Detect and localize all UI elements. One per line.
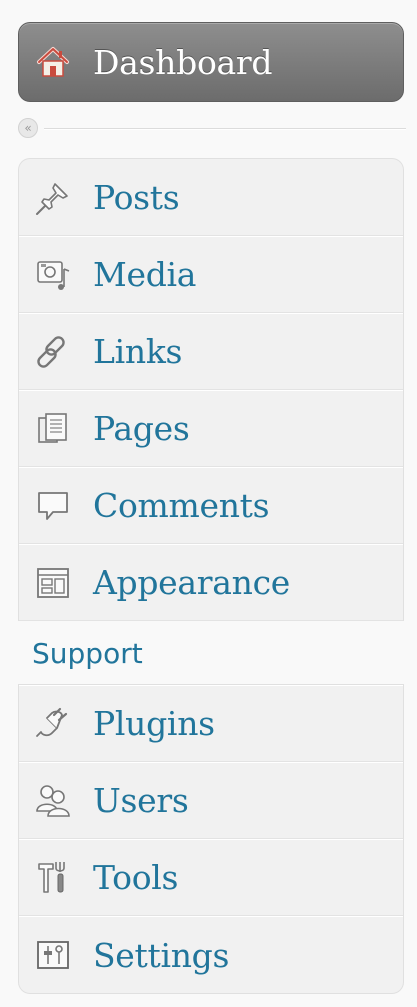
plug-icon — [31, 702, 75, 746]
menu-item-label: Appearance — [93, 563, 290, 602]
link-icon — [31, 330, 75, 374]
users-icon — [31, 779, 75, 823]
menu-item-label: Media — [93, 255, 197, 294]
settings-icon — [31, 933, 75, 977]
comment-bubble-icon — [31, 484, 75, 528]
menu-item-label: Links — [93, 332, 183, 371]
menu-item-settings[interactable]: Settings — [19, 916, 403, 993]
menu-item-posts[interactable]: Posts — [19, 159, 403, 236]
collapse-divider — [44, 127, 406, 129]
menu-item-comments[interactable]: Comments — [19, 467, 403, 544]
collapse-menu-icon[interactable]: « — [18, 118, 38, 138]
menu-item-label: Settings — [93, 935, 230, 975]
menu-item-label: Pages — [93, 409, 190, 448]
pushpin-icon — [31, 176, 75, 220]
support-label: Support — [32, 636, 143, 670]
menu-item-label: Plugins — [93, 704, 215, 743]
menu-item-label: Users — [93, 781, 189, 820]
menu-group-settings: Plugins Users Tools Settings — [18, 684, 404, 994]
menu-item-media[interactable]: Media — [19, 236, 403, 313]
menu-item-users[interactable]: Users — [19, 762, 403, 839]
pages-icon — [31, 407, 75, 451]
menu-item-pages[interactable]: Pages — [19, 390, 403, 467]
menu-item-plugins[interactable]: Plugins — [19, 685, 403, 762]
menu-item-label: Posts — [93, 178, 180, 217]
menu-item-appearance[interactable]: Appearance — [19, 544, 403, 621]
media-icon — [31, 253, 75, 297]
menu-item-tools[interactable]: Tools — [19, 839, 403, 916]
home-icon — [35, 44, 71, 80]
menu-item-links[interactable]: Links — [19, 313, 403, 390]
appearance-icon — [31, 561, 75, 605]
menu-group-main: Posts Media Links Pages Comments Appeara… — [18, 158, 404, 621]
menu-item-support[interactable]: Support — [18, 622, 404, 684]
menu-item-label: Tools — [93, 858, 179, 897]
tools-icon — [31, 856, 75, 900]
dashboard-label: Dashboard — [93, 42, 273, 82]
menu-item-dashboard[interactable]: Dashboard — [18, 22, 404, 102]
menu-item-label: Comments — [93, 486, 270, 525]
collapse-menu[interactable]: « — [18, 116, 406, 140]
